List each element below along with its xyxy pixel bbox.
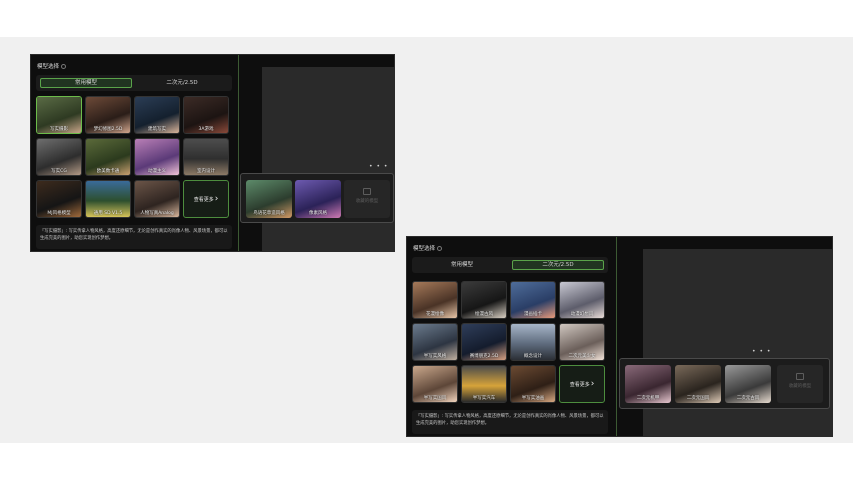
model-description: 「写实摄影」: 写实传拿人物风格，高度还原细节，无论是创作真实的肖像人物、风景场… [36,225,232,249]
panel-divider [616,237,617,436]
tab-common-models[interactable]: 常用模型 [416,260,508,270]
popup-model-card[interactable]: 二次元古风 [725,365,771,403]
model-card[interactable]: 绘漫古风 [461,281,507,319]
chevron-right-icon: › [590,378,595,389]
pager-dots[interactable]: • • • [752,348,771,355]
model-card[interactable]: 室内设计 [183,138,229,176]
help-icon[interactable] [437,246,443,251]
model-card[interactable]: 写实摄影 [36,96,82,134]
model-tabs: 常用模型 二次元/2.5D [36,75,232,91]
tab-anime-models[interactable]: 二次元/2.5D [512,260,604,270]
help-icon[interactable] [61,64,67,69]
image-icon [796,373,804,380]
tab-anime-models[interactable]: 二次元/2.5D [136,78,228,88]
model-card[interactable]: MJ风格模型 [36,180,82,218]
model-card[interactable]: 欧美数卡通 [85,138,131,176]
model-card[interactable]: 半写实汽车 [461,365,507,403]
model-card[interactable]: 赛博朋克2.5D [461,323,507,361]
view-more-button[interactable]: 查看更多 › [559,365,605,403]
model-card[interactable]: 概念设计 [510,323,556,361]
favorite-model-placeholder[interactable]: 收藏的模型 [344,180,390,218]
model-card[interactable]: 人物写真Analog [134,180,180,218]
panel-title: 模型选择 [37,62,67,70]
panel-title: 模型选择 [413,244,443,252]
model-tabs: 常用模型 二次元/2.5D [412,257,608,273]
model-card[interactable]: 建筑写实 [134,96,180,134]
favorites-popup-2: 二次元机甲 二次元国风 二次元古风 收藏的模型 [619,358,830,409]
view-more-button[interactable]: 查看更多 › [183,180,229,218]
model-card[interactable]: 梦幻修图2.5D [85,96,131,134]
model-card[interactable]: 动漫幻想风 [559,281,605,319]
model-card[interactable]: 漫画插卡 [510,281,556,319]
chevron-right-icon: › [214,193,219,204]
pager-dots[interactable]: • • • [369,163,388,170]
favorites-popup-1: 鸟语花草造风格 像素风格 收藏的模型 [240,173,394,223]
panel-divider [238,55,239,251]
popup-model-card[interactable]: 像素风格 [295,180,341,218]
model-description: 「写实摄影」: 写实传拿人物风格，高度还原细节，无论是创作真实的肖像人物、风景场… [412,410,608,434]
model-card[interactable]: 3A游戏 [183,96,229,134]
popup-model-card[interactable]: 二次元国风 [675,365,721,403]
model-card[interactable]: 通用 SD V1.5 [85,180,131,218]
model-card[interactable]: 二次元美少女 [559,323,605,361]
popup-model-card[interactable]: 二次元机甲 [625,365,671,403]
model-card[interactable]: 花漫绘像 [412,281,458,319]
preview-area [262,67,394,251]
model-card[interactable]: 写实CG [36,138,82,176]
favorite-model-placeholder[interactable]: 收藏的模型 [777,365,823,403]
model-card[interactable]: 半写实油画 [510,365,556,403]
model-card[interactable]: 动漫主义 [134,138,180,176]
model-card[interactable]: 半写实风格 [412,323,458,361]
model-card[interactable]: 半写实国风 [412,365,458,403]
tab-common-models[interactable]: 常用模型 [40,78,132,88]
image-icon [363,188,371,195]
popup-model-card[interactable]: 鸟语花草造风格 [246,180,292,218]
